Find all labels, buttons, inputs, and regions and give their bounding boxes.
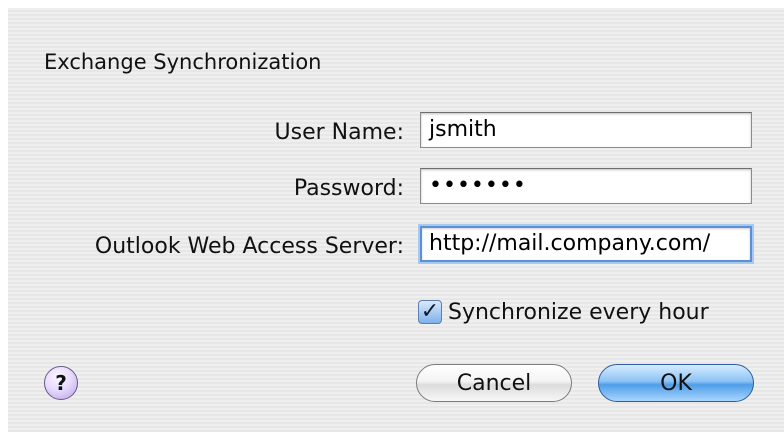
cancel-button-label: Cancel xyxy=(456,370,532,396)
dialog-title: Exchange Synchronization xyxy=(44,50,322,74)
checkmark-icon: ✓ xyxy=(420,299,440,324)
cancel-button[interactable]: Cancel xyxy=(416,364,572,402)
ok-button-label: OK xyxy=(660,370,692,396)
help-button[interactable]: ? xyxy=(44,366,78,400)
password-field[interactable]: ••••••• xyxy=(420,168,752,204)
sync-checkbox-label[interactable]: Synchronize every hour xyxy=(448,300,709,325)
sync-checkbox[interactable]: ✓ xyxy=(418,300,442,324)
sync-option-row[interactable]: ✓ Synchronize every hour xyxy=(418,298,709,326)
username-field[interactable]: jsmith xyxy=(420,112,752,148)
server-label: Outlook Web Access Server: xyxy=(94,234,404,259)
help-icon: ? xyxy=(55,371,67,395)
username-label: User Name: xyxy=(274,120,404,145)
server-url-field[interactable]: http://mail.company.com/ xyxy=(420,226,752,262)
exchange-sync-dialog: Exchange Synchronization User Name: jsmi… xyxy=(8,8,784,432)
ok-button[interactable]: OK xyxy=(598,364,754,402)
password-label: Password: xyxy=(293,176,404,201)
